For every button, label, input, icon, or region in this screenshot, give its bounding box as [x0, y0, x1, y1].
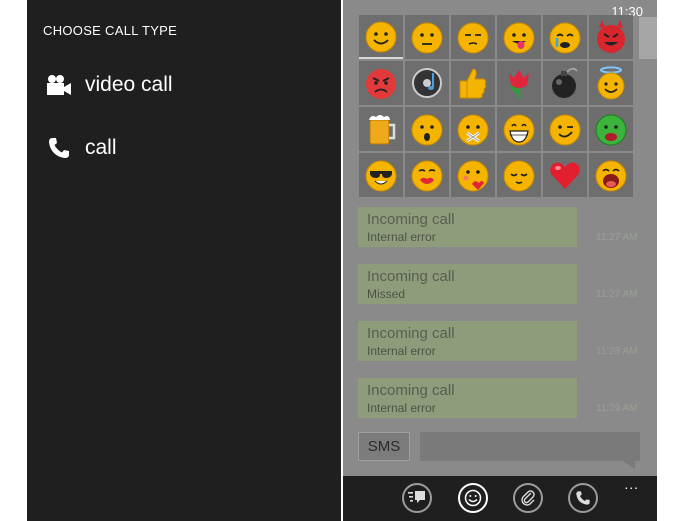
message-title: Incoming call: [367, 325, 455, 342]
emoji-angel[interactable]: [589, 61, 633, 105]
message-time: 11:27 AM: [596, 289, 638, 300]
video-call-label: video call: [85, 73, 173, 96]
emoji-content[interactable]: [497, 153, 541, 197]
message-detail: Internal error: [367, 401, 436, 415]
crying-icon: [549, 22, 581, 54]
tulip-icon: [509, 70, 529, 99]
message-bubble[interactable]: Incoming call Missed 11:27 AM: [358, 264, 638, 304]
message-time: 11:27 AM: [596, 232, 638, 243]
message-bubble[interactable]: Incoming call Internal error 11:27 AM: [358, 207, 638, 247]
emoji-kiss[interactable]: [405, 153, 449, 197]
emoji-heart[interactable]: [543, 153, 587, 197]
message-detail: Missed: [367, 287, 406, 301]
wink-icon: [549, 114, 581, 146]
emoji-sick[interactable]: [589, 107, 633, 151]
emoji-laugh[interactable]: [589, 153, 633, 197]
message-time: 11:28 AM: [596, 346, 638, 357]
message-list-icon: [408, 491, 425, 503]
emoji-crying[interactable]: [543, 15, 587, 59]
emoji-button[interactable]: [458, 483, 488, 513]
sleepy-icon: [457, 22, 489, 54]
message-title: Incoming call: [367, 268, 455, 285]
mute-icon: [457, 114, 489, 146]
blush-kiss-icon: [457, 160, 489, 192]
voice-call-label: call: [85, 136, 117, 159]
phone-icon: [45, 134, 73, 162]
devil-icon: [597, 20, 625, 53]
emoji-picker: [359, 15, 633, 197]
call-type-panel: CHOOSE CALL TYPE video call call: [27, 0, 341, 521]
message-detail: Internal error: [367, 344, 436, 358]
video-call-option[interactable]: video call: [45, 71, 173, 99]
emoji-surprised[interactable]: [405, 107, 449, 151]
emoji-sleepy[interactable]: [451, 15, 495, 59]
angel-icon: [597, 66, 625, 100]
neutral-icon: [411, 22, 443, 54]
grin-icon: [503, 114, 535, 146]
emoji-thumbs-up[interactable]: [451, 61, 495, 105]
emoji-music-disc[interactable]: [405, 61, 449, 105]
emoji-bomb[interactable]: [543, 61, 587, 105]
emoji-smile[interactable]: [359, 15, 403, 59]
phone-icon: [576, 491, 590, 505]
sms-button[interactable]: SMS: [358, 432, 410, 461]
emoji-tongue[interactable]: [497, 15, 541, 59]
chat-screen: 11:30 Incoming call Internal error 11:27…: [343, 0, 657, 521]
attach-button[interactable]: [513, 483, 543, 513]
emoji-grin[interactable]: [497, 107, 541, 151]
message-time: 11:29 AM: [596, 403, 638, 414]
emoji-devil[interactable]: [589, 15, 633, 59]
avatar-edge: [639, 17, 657, 59]
input-bubble-tail: [623, 461, 635, 469]
music-disc-icon: [412, 68, 442, 98]
message-title: Incoming call: [367, 211, 455, 228]
cool-icon: [365, 160, 397, 192]
thumbs-up-icon: [459, 68, 487, 99]
emoji-angry[interactable]: [359, 61, 403, 105]
heart-icon: [550, 162, 580, 189]
call-type-title: CHOOSE CALL TYPE: [43, 23, 178, 38]
message-bubble[interactable]: Incoming call Internal error 11:29 AM: [358, 378, 638, 418]
bomb-icon: [552, 67, 578, 98]
message-bubble[interactable]: Incoming call Internal error 11:28 AM: [358, 321, 638, 361]
emoji-neutral[interactable]: [405, 15, 449, 59]
voice-call-option[interactable]: call: [45, 134, 117, 162]
message-input[interactable]: [420, 432, 640, 461]
emoji-icon: [464, 489, 482, 507]
kiss-icon: [411, 160, 443, 192]
emoji-cool[interactable]: [359, 153, 403, 197]
content-icon: [503, 160, 535, 192]
video-camera-icon: [45, 71, 73, 99]
emoji-beer[interactable]: [359, 107, 403, 151]
emoji-blush-kiss[interactable]: [451, 153, 495, 197]
emoji-wink[interactable]: [543, 107, 587, 151]
message-title: Incoming call: [367, 382, 455, 399]
message-detail: Internal error: [367, 230, 436, 244]
beer-icon: [369, 115, 396, 145]
app-bar: ...: [343, 476, 657, 521]
smile-icon: [365, 21, 397, 53]
call-button[interactable]: [568, 483, 598, 513]
surprised-icon: [411, 114, 443, 146]
emoji-tulip[interactable]: [497, 61, 541, 105]
sick-icon: [595, 114, 627, 146]
message-list-button[interactable]: [402, 483, 432, 513]
laugh-icon: [595, 160, 627, 192]
emoji-mute[interactable]: [451, 107, 495, 151]
attach-icon: [521, 490, 535, 506]
tongue-icon: [503, 22, 535, 54]
angry-icon: [366, 69, 396, 99]
more-menu-button[interactable]: ...: [624, 476, 639, 492]
